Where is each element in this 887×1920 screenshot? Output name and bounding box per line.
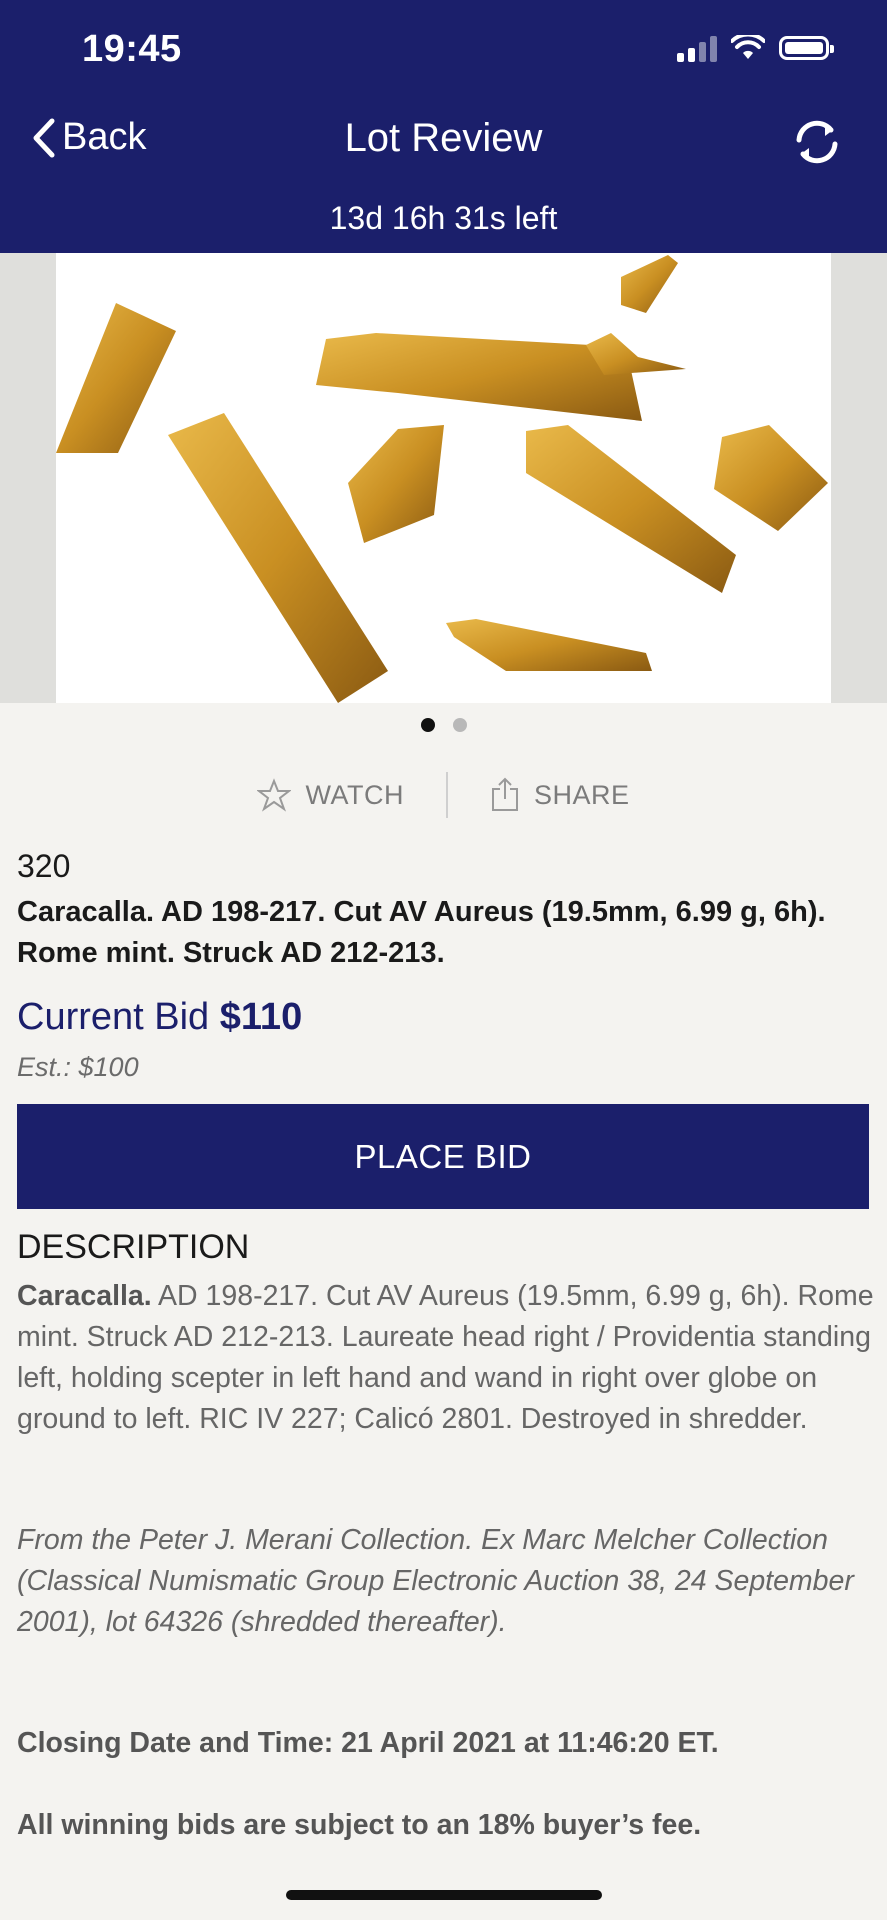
current-bid: Current Bid $110 [17, 996, 302, 1039]
description-lead: Caracalla. [17, 1280, 152, 1312]
watch-button[interactable]: WATCH [257, 778, 403, 812]
battery-icon [779, 36, 834, 60]
actions-divider [445, 772, 448, 818]
estimate: Est.: $100 [17, 1052, 139, 1082]
lot-title: Caracalla. AD 198-217. Cut AV Aureus (19… [17, 896, 826, 969]
closing-date: Closing Date and Time: 21 April 2021 at … [17, 1727, 719, 1759]
cellular-signal-icon [677, 34, 717, 62]
image-carousel[interactable] [0, 253, 887, 703]
lot-image[interactable] [56, 253, 831, 703]
description-heading: DESCRIPTION [17, 1228, 250, 1266]
description-body: Caracalla. AD 198-217. Cut AV Aureus (19… [17, 1276, 877, 1440]
pagination-dot-1[interactable] [420, 718, 435, 732]
wifi-icon [731, 35, 765, 59]
carousel-pagination [0, 718, 887, 732]
description-provenance: From the Peter J. Merani Collection. Ex … [17, 1524, 854, 1638]
share-label: SHARE [533, 779, 630, 810]
lot-actions: WATCH SHARE [0, 770, 887, 820]
current-bid-value: $110 [219, 996, 303, 1038]
pagination-dot-2[interactable] [452, 718, 467, 732]
home-indicator[interactable] [286, 1890, 602, 1900]
time-remaining: 13d 16h 31s left [329, 200, 558, 236]
share-icon [491, 777, 518, 811]
lot-number: 320 [17, 848, 71, 884]
app-header: 19:45 Back Lot Review 13d 16h 31s left [0, 0, 887, 253]
page-title: Lot Review [344, 116, 543, 160]
share-button[interactable]: SHARE [490, 777, 630, 813]
status-time: 19:45 [82, 28, 182, 70]
place-bid-button[interactable]: PLACE BID [17, 1104, 869, 1209]
coin-fragments-illustration [56, 255, 828, 703]
status-icons [677, 34, 834, 62]
watch-label: WATCH [305, 779, 404, 810]
refresh-icon[interactable] [789, 114, 845, 170]
current-bid-label: Current Bid [17, 996, 210, 1038]
buyer-fee-note: All winning bids are subject to an 18% b… [17, 1809, 702, 1841]
star-icon [257, 778, 292, 812]
